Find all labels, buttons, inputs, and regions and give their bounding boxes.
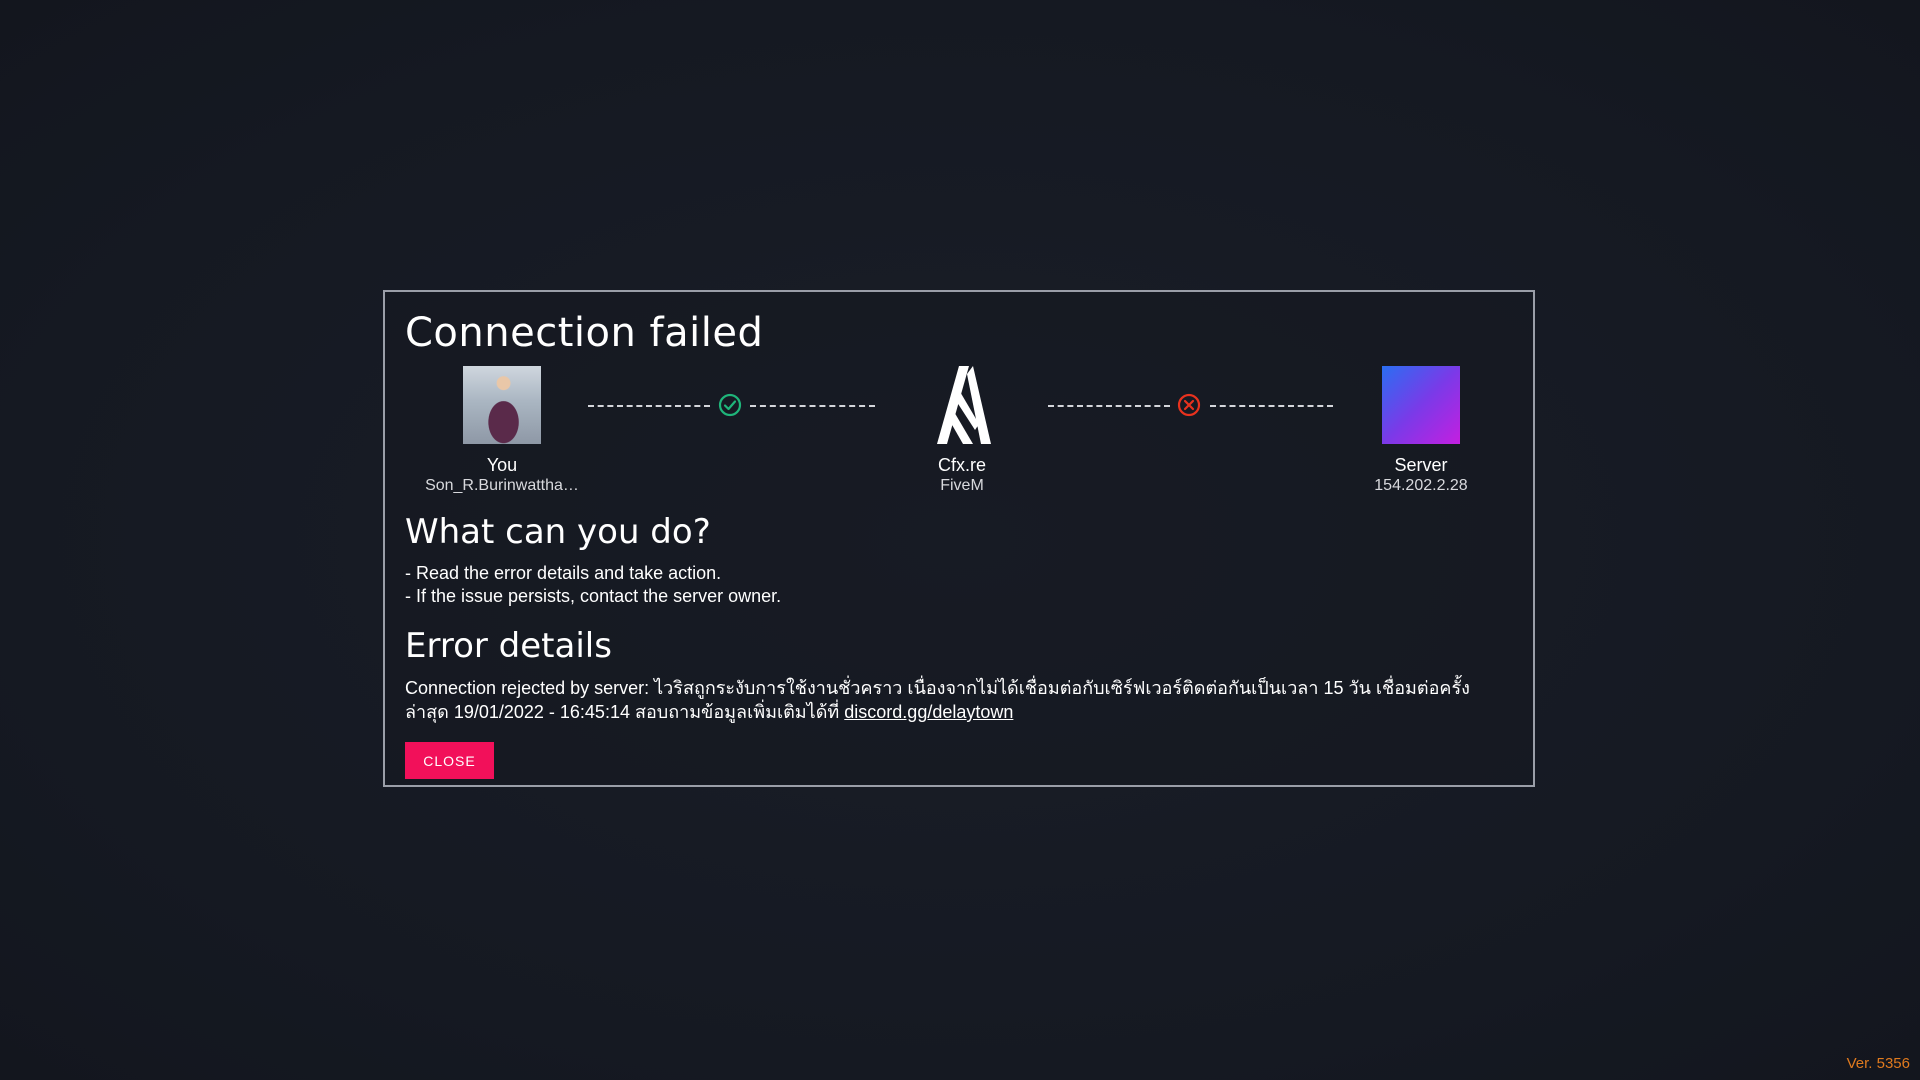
connection-flow: You Son_R.Burinwattha… Cfx.re FiveM Serv… — [405, 366, 1513, 506]
node-you-label: You — [486, 455, 518, 475]
server-icon — [1382, 366, 1460, 444]
error-message: Connection rejected by server: ไวริสถูกร… — [405, 676, 1513, 724]
fivem-logo-icon — [937, 366, 991, 444]
dialog-title: Connection failed — [405, 310, 764, 356]
screen: Connection failed You Son_R.Burinwattha… — [0, 0, 1920, 1080]
connector-left-a — [588, 405, 710, 409]
help-title: What can you do? — [405, 512, 711, 552]
node-server-ip: 154.202.2.28 — [1374, 477, 1468, 494]
node-you-username: Son_R.Burinwattha… — [425, 477, 579, 494]
error-title: Error details — [405, 626, 612, 666]
node-server: Server 154.202.2.28 — [1301, 366, 1541, 496]
node-server-label: Server — [1394, 455, 1448, 475]
discord-link[interactable]: discord.gg/delaytown — [844, 702, 1013, 722]
check-circle-icon — [718, 393, 742, 417]
help-step: - If the issue persists, contact the ser… — [405, 586, 782, 606]
node-cfx-label: Cfx.re — [937, 455, 986, 475]
node-cfx-sub: FiveM — [940, 477, 984, 494]
version-label: Ver. 5356 — [1846, 1055, 1910, 1072]
connector-right-a — [1048, 405, 1170, 409]
x-circle-icon — [1177, 393, 1201, 417]
node-you: You Son_R.Burinwattha… — [382, 366, 622, 496]
avatar — [463, 366, 541, 444]
node-cfx: Cfx.re FiveM — [842, 366, 1082, 496]
connection-failed-dialog: Connection failed You Son_R.Burinwattha… — [383, 290, 1535, 787]
close-button[interactable]: CLOSE — [405, 742, 494, 779]
help-steps: - Read the error details and take action… — [405, 562, 1513, 608]
help-step: - Read the error details and take action… — [405, 563, 722, 583]
